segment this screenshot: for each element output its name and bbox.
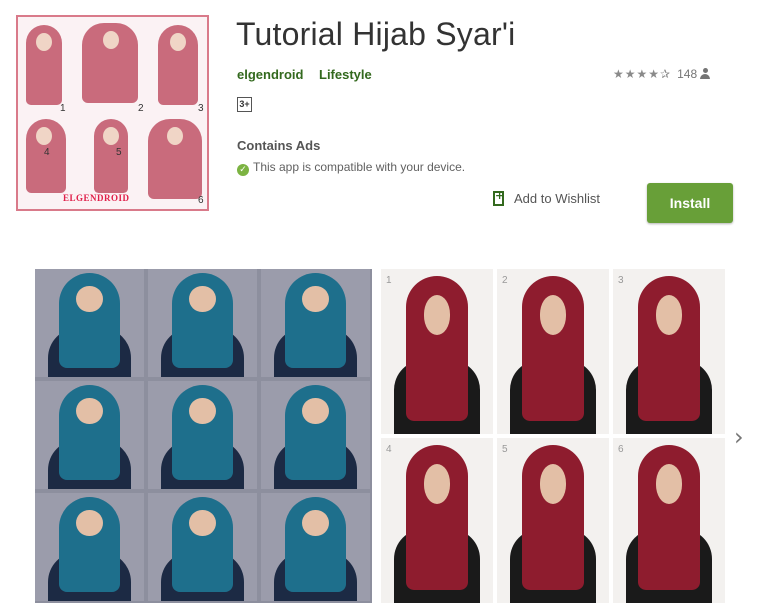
icon-step-number: 2 — [138, 103, 144, 114]
step-number: 5 — [502, 444, 508, 455]
tutorial-step-photo: 3 — [613, 269, 725, 434]
icon-step-figure — [146, 117, 204, 203]
app-title: Tutorial Hijab Syar'i — [236, 16, 516, 52]
icon-step-number: 1 — [60, 103, 66, 114]
app-icon: 1 2 3 4 5 6 ELGENDROID — [16, 15, 209, 211]
check-circle-icon: ✓ — [237, 164, 249, 176]
icon-step-number: 5 — [116, 147, 122, 158]
icon-brand-text: ELGENDROID — [63, 193, 130, 203]
contains-ads-label: Contains Ads — [237, 138, 321, 153]
icon-step-figure — [82, 21, 140, 107]
screenshot-1[interactable] — [35, 269, 372, 603]
rating-summary: ★★★★✰ 148 — [613, 67, 711, 81]
wishlist-label: Add to Wishlist — [514, 191, 600, 206]
tutorial-step-photo — [148, 269, 257, 377]
icon-step-number: 4 — [44, 147, 50, 158]
step-number: 3 — [618, 275, 624, 286]
tutorial-step-photo — [148, 493, 257, 601]
category-link[interactable]: Lifestyle — [319, 67, 372, 82]
tutorial-step-photo — [35, 381, 144, 489]
tutorial-step-photo — [35, 493, 144, 601]
compatibility-text: This app is compatible with your device. — [253, 160, 466, 174]
developer-link[interactable]: elgendroid — [237, 67, 303, 82]
content-rating-badge: 3+ — [237, 97, 252, 112]
person-icon — [700, 68, 711, 79]
tutorial-step-photo: 2 — [497, 269, 609, 434]
icon-step-number: 6 — [198, 195, 204, 206]
step-number: 6 — [618, 444, 624, 455]
step-number: 1 — [386, 275, 392, 286]
install-button[interactable]: Install — [647, 183, 733, 223]
tutorial-step-photo — [261, 269, 370, 377]
tutorial-step-photo — [261, 381, 370, 489]
compatibility-note: ✓ This app is compatible with your device… — [237, 160, 465, 176]
icon-step-figure — [24, 23, 82, 109]
tutorial-step-photo — [261, 493, 370, 601]
tutorial-step-photo — [35, 269, 144, 377]
step-number: 2 — [502, 275, 508, 286]
chevron-right-icon[interactable]: › — [734, 424, 750, 450]
tutorial-step-photo: 4 — [381, 438, 493, 603]
screenshot-2[interactable]: 1 2 3 4 5 6 — [381, 269, 725, 603]
icon-step-number: 3 — [198, 103, 204, 114]
icon-step-figure — [148, 23, 206, 109]
tutorial-step-photo: 6 — [613, 438, 725, 603]
tutorial-step-photo — [148, 381, 257, 489]
review-count: 148 — [677, 67, 698, 81]
bookmark-add-icon — [493, 189, 504, 206]
icon-step-figure — [24, 117, 82, 203]
tutorial-step-photo: 5 — [497, 438, 609, 603]
icon-step-figure — [82, 117, 140, 203]
add-to-wishlist-button[interactable]: Add to Wishlist — [493, 189, 600, 206]
rating-stars: ★★★★✰ — [613, 67, 672, 81]
step-number: 4 — [386, 444, 392, 455]
tutorial-step-photo: 1 — [381, 269, 493, 434]
